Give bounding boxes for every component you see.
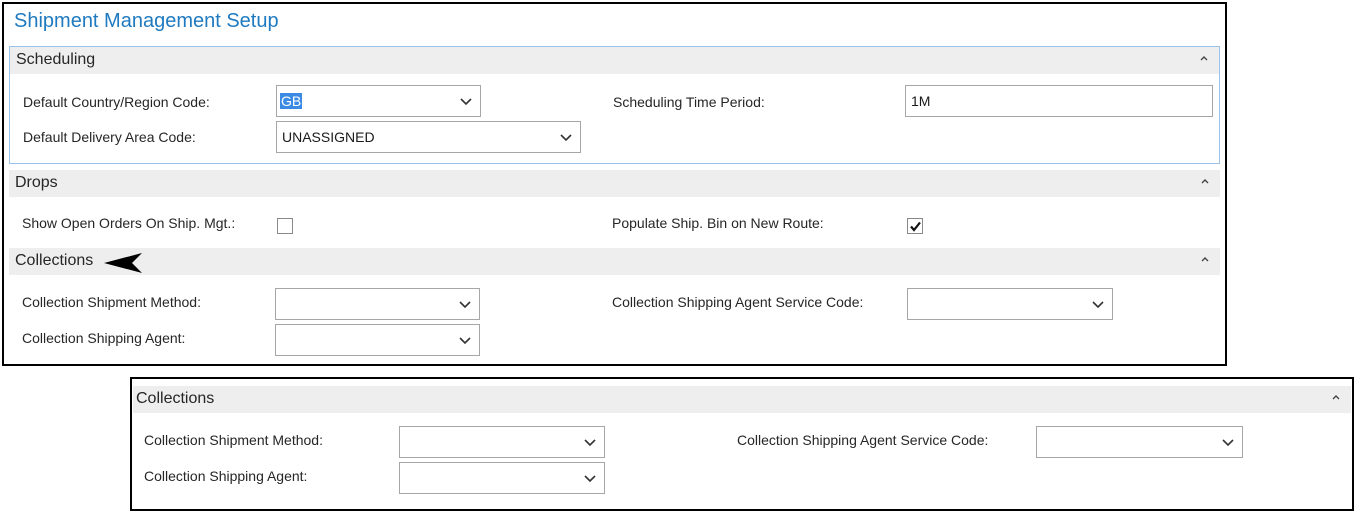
chevron-up-icon[interactable] xyxy=(1199,53,1209,63)
collection-shipping-agent-label: Collection Shipping Agent: xyxy=(22,330,186,346)
chevron-down-icon xyxy=(1222,439,1234,447)
collections-section-zoom: Collections Collection Shipment Method: … xyxy=(133,386,1351,506)
drops-header[interactable]: Drops xyxy=(9,170,1220,197)
collection-shipping-agent-select[interactable] xyxy=(275,324,480,356)
collection-shipment-method-select[interactable] xyxy=(399,426,605,458)
chevron-down-icon xyxy=(459,301,471,309)
time-period-label: Scheduling Time Period: xyxy=(613,94,765,110)
section-title: Drops xyxy=(15,174,58,191)
collections-header[interactable]: Collections xyxy=(9,248,1220,275)
drops-section: Drops Show Open Orders On Ship. Mgt.: Po… xyxy=(9,170,1220,246)
collection-agent-service-select[interactable] xyxy=(1036,426,1243,458)
time-period-input[interactable]: 1M xyxy=(905,85,1213,117)
chevron-down-icon xyxy=(459,337,471,345)
section-title: Collections xyxy=(136,390,215,407)
collection-agent-service-label: Collection Shipping Agent Service Code: xyxy=(737,432,989,448)
chevron-down-icon xyxy=(460,98,472,106)
chevron-up-icon[interactable] xyxy=(1331,392,1341,402)
collection-shipping-agent-select[interactable] xyxy=(399,462,605,494)
collection-shipment-method-label: Collection Shipment Method: xyxy=(144,432,323,448)
collection-shipment-method-select[interactable] xyxy=(275,288,480,320)
collection-shipment-method-label: Collection Shipment Method: xyxy=(22,294,201,310)
chevron-down-icon xyxy=(560,134,572,142)
collection-agent-service-label: Collection Shipping Agent Service Code: xyxy=(612,294,864,310)
collections-header[interactable]: Collections xyxy=(133,386,1351,413)
populate-bin-label: Populate Ship. Bin on New Route: xyxy=(612,215,824,231)
collection-shipping-agent-label: Collection Shipping Agent: xyxy=(144,468,308,484)
collections-section: Collections Collection Shipment Method: … xyxy=(9,248,1220,363)
page-title: Shipment Management Setup xyxy=(14,10,279,32)
default-delivery-select[interactable]: UNASSIGNED xyxy=(276,121,581,153)
default-country-label: Default Country/Region Code: xyxy=(23,94,210,110)
section-title: Collections xyxy=(15,252,94,269)
default-delivery-value: UNASSIGNED xyxy=(282,129,375,145)
chevron-up-icon[interactable] xyxy=(1200,176,1210,186)
default-delivery-label: Default Delivery Area Code: xyxy=(23,129,196,145)
default-country-select[interactable]: GB xyxy=(276,85,481,117)
time-period-value: 1M xyxy=(911,93,931,109)
scheduling-section: Scheduling Default Country/Region Code: … xyxy=(9,46,1220,164)
show-open-orders-checkbox[interactable] xyxy=(277,218,293,234)
default-country-value: GB xyxy=(280,93,303,109)
populate-bin-checkbox[interactable] xyxy=(907,218,923,234)
checkmark-icon xyxy=(910,221,921,232)
collection-agent-service-select[interactable] xyxy=(907,288,1113,320)
scheduling-header[interactable]: Scheduling xyxy=(10,47,1219,74)
chevron-down-icon xyxy=(1092,301,1104,309)
show-open-orders-label: Show Open Orders On Ship. Mgt.: xyxy=(22,215,236,231)
section-title: Scheduling xyxy=(16,51,96,68)
arrow-pointer-icon xyxy=(104,253,142,273)
zoomed-collections-frame: Collections Collection Shipment Method: … xyxy=(130,377,1354,511)
chevron-up-icon[interactable] xyxy=(1200,254,1210,264)
main-screenshot-frame: Shipment Management Setup Scheduling Def… xyxy=(2,2,1227,366)
chevron-down-icon xyxy=(584,439,596,447)
chevron-down-icon xyxy=(584,475,596,483)
